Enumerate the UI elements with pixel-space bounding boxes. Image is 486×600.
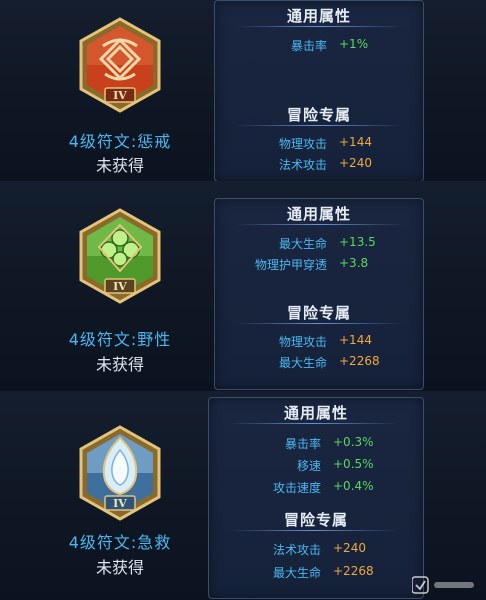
stat-row: 移速 +0.5% — [209, 457, 423, 475]
title-divider — [229, 530, 397, 531]
stat-row: 最大生命 +13.5 — [215, 235, 423, 253]
rune-name: 4级符文:野性 — [68, 330, 172, 349]
rune-status: 未获得 — [95, 558, 144, 577]
rune-info: IV 4级符文:急救 未获得 — [0, 391, 210, 600]
stat-row: 攻击速度 +0.4% — [209, 479, 423, 497]
rune-card-1: IV 4级符文:惩戒 未获得 通用属性 暴击率 +1% 冒险专属 物理攻击 +1… — [0, 0, 486, 182]
stat-label: 最大生命 — [278, 356, 327, 370]
stat-value: +0.4% — [333, 479, 374, 493]
stat-value: +0.5% — [333, 457, 374, 471]
stat-row: 最大生命 +2268 — [209, 564, 423, 582]
title-divider — [235, 26, 403, 27]
adventure-attributes-title: 冒险专属 — [283, 511, 348, 529]
stat-value: +0.3% — [333, 435, 374, 449]
stat-row: 暴击率 +1% — [215, 37, 423, 55]
common-attributes-title: 通用属性 — [286, 7, 351, 25]
stat-label: 法术攻击 — [272, 543, 321, 557]
rune-attributes-panel: 通用属性 暴击率 +0.3% 移速 +0.5% 攻击速度 +0.4% 冒险专属 … — [208, 397, 424, 599]
stat-row: 物理攻击 +144 — [215, 333, 423, 351]
rune-card-2: IV 4级符文:野性 未获得 通用属性 最大生命 +13.5 物理护甲穿透 +3… — [0, 181, 486, 392]
stat-label: 最大生命 — [272, 566, 321, 580]
rune-name: 4级符文:急救 — [68, 533, 172, 552]
stat-row: 法术攻击 +240 — [215, 156, 423, 174]
stat-label: 移速 — [296, 459, 321, 473]
stat-value: +2268 — [339, 354, 380, 368]
stat-value: +3.8 — [339, 256, 369, 270]
adventure-attributes-title: 冒险专属 — [286, 106, 351, 124]
rune-emblem-red-icon: IV — [79, 17, 161, 113]
adventure-attributes-title: 冒险专属 — [286, 304, 351, 322]
emblem-numeral: IV — [113, 280, 127, 293]
rune-info: IV 4级符文:野性 未获得 — [0, 181, 210, 391]
rune-status: 未获得 — [95, 156, 144, 175]
stat-label: 攻击速度 — [272, 481, 321, 495]
stat-label: 暴击率 — [284, 437, 321, 451]
rune-info: IV 4级符文:惩戒 未获得 — [0, 0, 210, 181]
stat-value: +144 — [339, 333, 372, 347]
rune-card-3: IV 4级符文:急救 未获得 通用属性 暴击率 +0.3% 移速 +0.5% 攻… — [0, 391, 486, 600]
rune-name: 4级符文:惩戒 — [68, 132, 172, 151]
stat-value: +13.5 — [339, 235, 376, 249]
stat-row: 物理护甲穿透 +3.8 — [215, 256, 423, 274]
emblem-numeral: IV — [113, 497, 127, 510]
title-divider — [235, 125, 403, 126]
rune-emblem-blue-icon: IV — [79, 425, 161, 521]
stat-value: +144 — [339, 135, 372, 149]
rune-emblem-green-icon: IV — [79, 208, 161, 304]
stat-value: +240 — [333, 541, 366, 555]
stat-row: 暴击率 +0.3% — [209, 435, 423, 453]
stat-label: 最大生命 — [278, 237, 327, 251]
title-divider — [235, 323, 403, 324]
common-attributes-title: 通用属性 — [283, 404, 348, 422]
stat-label: 物理攻击 — [278, 335, 327, 349]
stat-value: +2268 — [333, 564, 374, 578]
common-attributes-title: 通用属性 — [286, 205, 351, 223]
rune-attributes-panel: 通用属性 暴击率 +1% 冒险专属 物理攻击 +144 法术攻击 +240 — [214, 0, 424, 182]
stat-label: 物理攻击 — [278, 137, 327, 151]
stat-label: 暴击率 — [290, 39, 327, 53]
stat-row: 最大生命 +2268 — [215, 354, 423, 372]
stat-value: +1% — [339, 37, 369, 51]
watermark-logo — [411, 574, 478, 596]
title-divider — [229, 423, 397, 424]
stat-label: 法术攻击 — [278, 158, 327, 172]
stat-row: 法术攻击 +240 — [209, 541, 423, 559]
rune-attributes-panel: 通用属性 最大生命 +13.5 物理护甲穿透 +3.8 冒险专属 物理攻击 +1… — [214, 198, 424, 390]
stat-label: 物理护甲穿透 — [254, 258, 327, 272]
title-divider — [235, 224, 403, 225]
emblem-numeral: IV — [113, 89, 127, 102]
stat-value: +240 — [339, 156, 372, 170]
rune-status: 未获得 — [95, 355, 144, 374]
stat-row: 物理攻击 +144 — [215, 135, 423, 153]
